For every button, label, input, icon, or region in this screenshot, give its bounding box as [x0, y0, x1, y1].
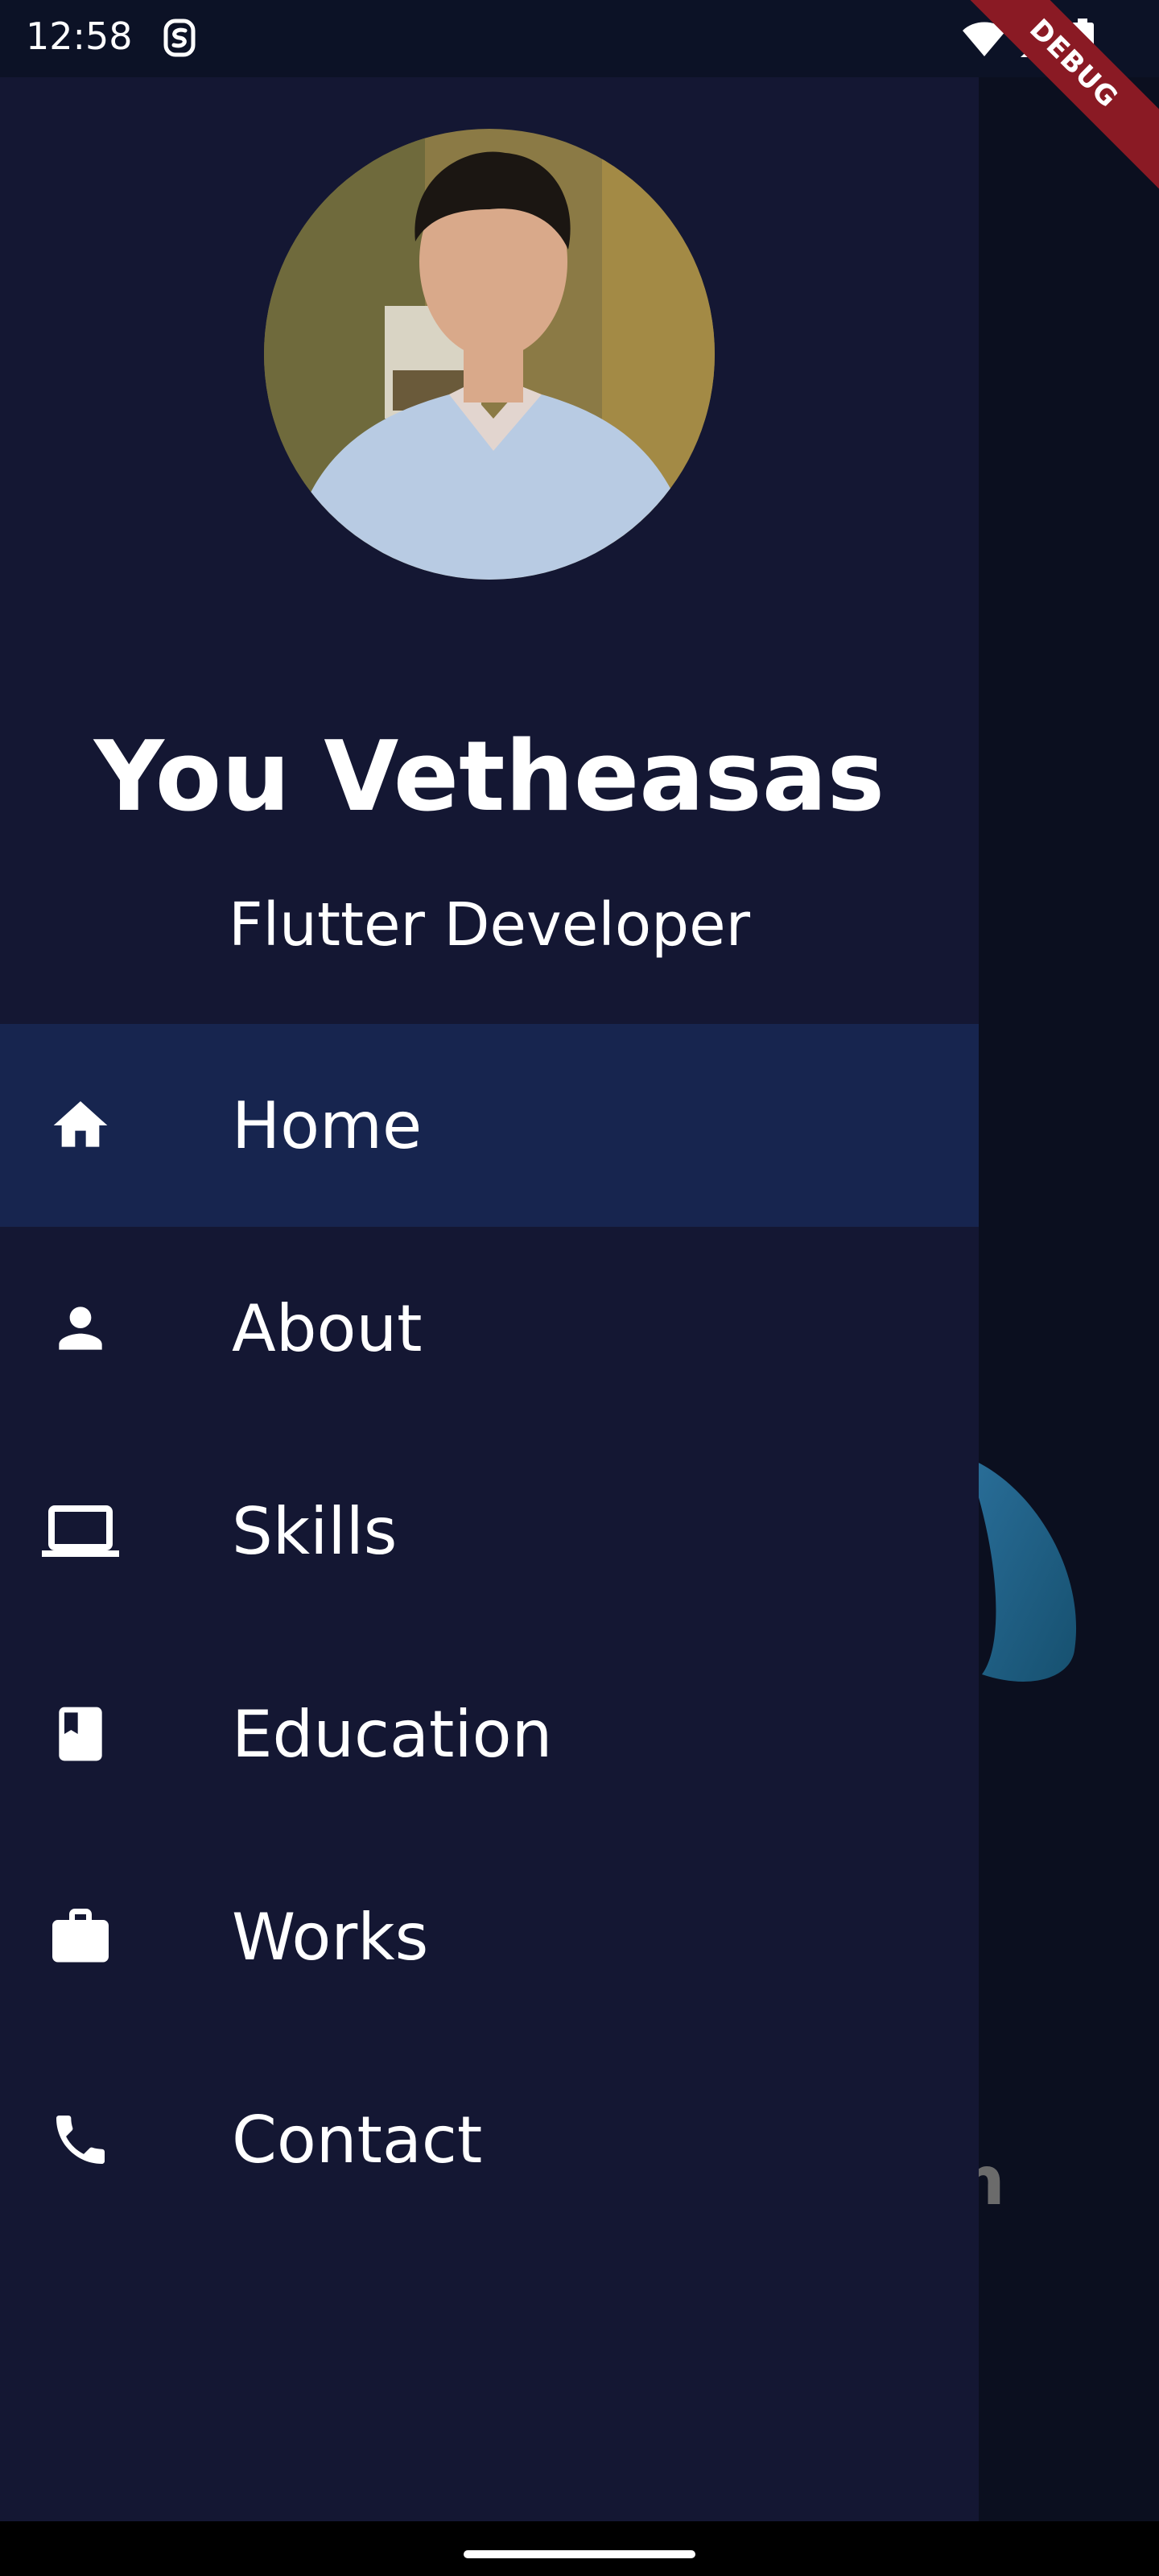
- menu-item-label: Contact: [232, 2102, 483, 2178]
- menu-item-label: Works: [232, 1899, 429, 1975]
- menu-item-label: Education: [232, 1696, 553, 1772]
- home-icon: [40, 1085, 121, 1166]
- navigation-drawer: You Vetheasas Flutter Developer Home Abo…: [0, 77, 979, 2521]
- menu-item-works[interactable]: Works: [0, 1835, 979, 2038]
- avatar: [264, 129, 715, 580]
- book-icon: [40, 1694, 121, 1774]
- profile-name: You Vetheasas: [93, 721, 885, 833]
- notification-app-icon: [163, 19, 196, 57]
- briefcase-icon: [40, 1897, 121, 1977]
- person-icon: [40, 1288, 121, 1368]
- menu-item-contact[interactable]: Contact: [0, 2038, 979, 2241]
- profile-role: Flutter Developer: [228, 890, 751, 960]
- home-gesture-handle[interactable]: [464, 2550, 695, 2558]
- profile-photo: [264, 129, 715, 580]
- menu-item-education[interactable]: Education: [0, 1633, 979, 1835]
- phone-icon: [40, 2099, 121, 2180]
- laptop-icon: [40, 1491, 121, 1571]
- menu-item-about[interactable]: About: [0, 1227, 979, 1430]
- status-time: 12:58: [26, 14, 133, 58]
- menu-item-label: About: [232, 1290, 423, 1366]
- system-navigation-bar: [0, 2521, 1159, 2576]
- menu-item-label: Home: [232, 1088, 423, 1163]
- menu-item-home[interactable]: Home: [0, 1024, 979, 1227]
- menu-item-skills[interactable]: Skills: [0, 1430, 979, 1633]
- menu-item-label: Skills: [232, 1493, 398, 1569]
- drawer-menu: Home About Skills Education Works Contac…: [0, 1024, 979, 2241]
